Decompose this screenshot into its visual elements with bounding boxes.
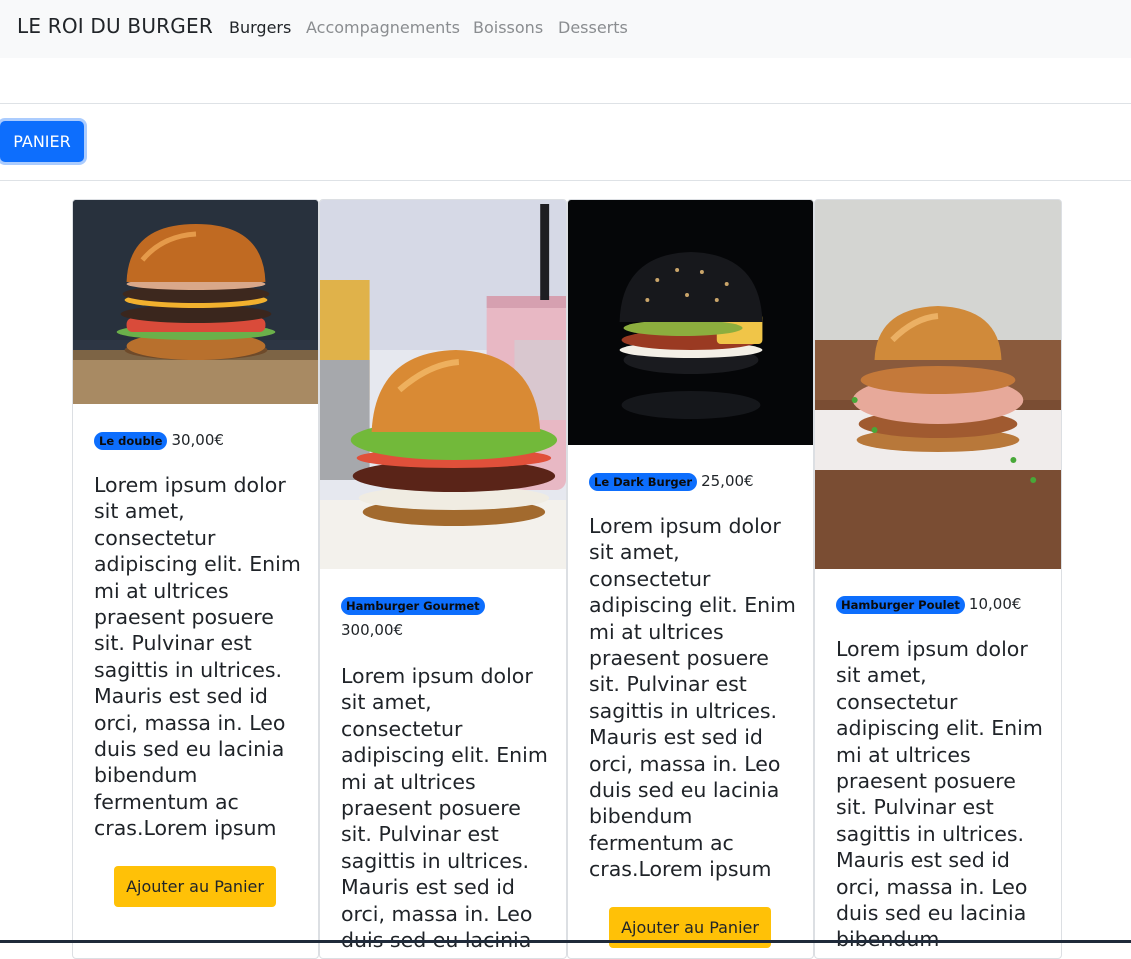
product-name-badge: Hamburger Poulet — [836, 595, 965, 614]
product-price: 10,00€ — [968, 595, 1022, 613]
product-meta: Hamburger Poulet 10,00€ — [836, 592, 1041, 617]
nav-link-boissons[interactable]: Boissons — [473, 18, 543, 37]
product-image-hamburger-poulet — [815, 200, 1061, 569]
product-price: 25,00€ — [701, 472, 754, 490]
product-image-le-double — [73, 200, 318, 404]
add-to-cart-button[interactable]: Ajouter au Panier — [114, 866, 276, 907]
product-description: Lorem ipsum dolor sit amet, consectetur … — [836, 637, 1043, 951]
product-description: Lorem ipsum dolor sit amet, consectetur … — [341, 664, 548, 953]
divider-bottom — [0, 180, 1131, 181]
panier-button[interactable]: PANIER — [0, 121, 84, 162]
product-card: Hamburger Poulet 10,00€ Lorem ipsum dolor… — [814, 199, 1062, 959]
product-image-hamburger-gourmet — [320, 200, 566, 569]
product-price: 30,00€ — [171, 431, 224, 449]
product-description: Lorem ipsum dolor sit amet, consectetur … — [94, 473, 301, 841]
brand-logo[interactable]: LE ROI DU BURGER — [17, 14, 213, 38]
product-price: 300,00€ — [341, 621, 404, 639]
nav-link-desserts[interactable]: Desserts — [558, 18, 628, 37]
product-image-le-dark-burger — [568, 200, 813, 445]
product-name-badge: Le Dark Burger — [589, 472, 698, 491]
divider-top — [0, 103, 1131, 104]
product-meta: Le Dark Burger 25,00€ — [589, 469, 794, 494]
product-meta: Hamburger Gourmet 300,00€ — [341, 593, 546, 643]
product-name-badge: Hamburger Gourmet — [341, 596, 485, 615]
product-card: Le double 30,00€ Lorem ipsum dolor sit am… — [72, 199, 319, 959]
nav-link-burgers[interactable]: Burgers — [229, 18, 291, 37]
navbar: LE ROI DU BURGER Burgers Accompagnements… — [0, 0, 1131, 58]
nav-link-accompagnements[interactable]: Accompagnements — [306, 18, 460, 37]
product-card: Le Dark Burger 25,00€ Lorem ipsum dolor s… — [567, 199, 814, 959]
product-description: Lorem ipsum dolor sit amet, consectetur … — [589, 514, 796, 882]
product-name-badge: Le double — [94, 431, 168, 450]
product-card: Hamburger Gourmet 300,00€ Lorem ipsum do… — [319, 199, 567, 959]
product-meta: Le double 30,00€ — [94, 428, 299, 453]
